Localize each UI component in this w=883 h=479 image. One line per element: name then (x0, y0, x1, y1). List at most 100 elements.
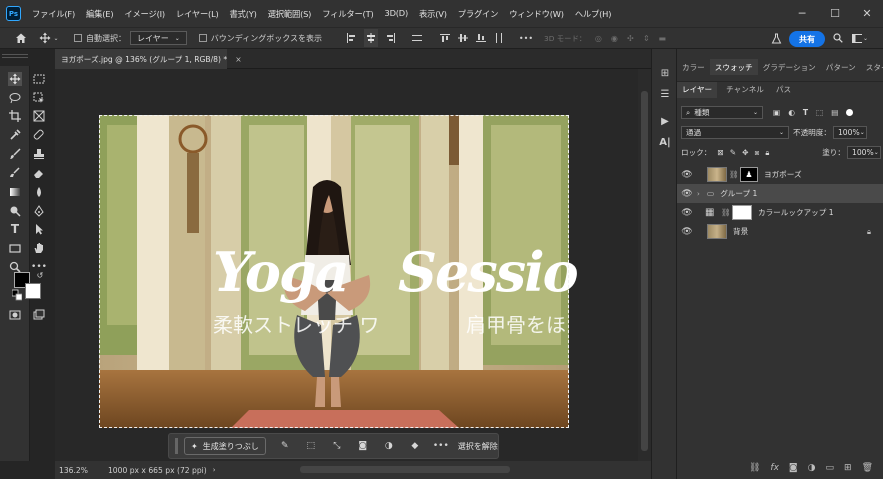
menu-file[interactable]: ファイル(F) (27, 8, 81, 20)
layer-name[interactable]: ヨガポーズ (764, 169, 802, 180)
align-bottom-icon[interactable] (474, 29, 488, 47)
visibility-eye-icon[interactable]: 👁︎ (677, 170, 697, 180)
tab-color[interactable]: カラー (677, 59, 710, 75)
blur-tool-icon[interactable] (32, 185, 46, 199)
menu-edit[interactable]: 編集(E) (81, 8, 119, 20)
modify-selection-icon[interactable]: ✎ (272, 441, 298, 451)
frame-tool-icon[interactable] (32, 109, 46, 123)
tab-paths[interactable]: パス (771, 82, 796, 98)
path-selection-tool-icon[interactable] (32, 222, 46, 236)
taskbar-more-icon[interactable]: ••• (428, 441, 454, 451)
opacity-field[interactable]: 100% ⌄ (832, 126, 867, 139)
tab-gradients[interactable]: グラデーション (758, 59, 821, 75)
distribute-vertical-icon[interactable] (492, 29, 506, 47)
visibility-eye-icon[interactable]: 👁︎ (677, 227, 697, 237)
layer-row[interactable]: 👁︎ › ▭ グループ 1 (677, 184, 883, 203)
workspace-icon[interactable]: ⌄ (852, 29, 868, 47)
link-icon[interactable]: ⛓︎ (729, 170, 739, 179)
menu-3d[interactable]: 3D(D) (379, 8, 414, 20)
move-tool-icon[interactable] (8, 72, 22, 86)
lock-all-icon[interactable]: 🔒︎ (765, 148, 769, 158)
lasso-tool-icon[interactable] (8, 91, 22, 105)
brush-tool-icon[interactable] (8, 147, 22, 161)
new-adjustment-icon[interactable]: ◑ (808, 463, 816, 473)
gradient-tool-icon[interactable] (8, 185, 22, 199)
default-colors-icon[interactable] (12, 289, 22, 301)
photoshop-logo[interactable]: Ps (6, 6, 21, 21)
align-left-icon[interactable] (344, 29, 358, 47)
add-mask-icon[interactable]: ◙ (789, 463, 798, 473)
show-bounding-box-checkbox[interactable]: バウンディングボックスを表示 (198, 29, 322, 47)
visibility-eye-icon[interactable]: 👁︎ (677, 208, 697, 218)
link-icon[interactable]: ⛓︎ (721, 208, 731, 217)
zoom-level[interactable]: 136.2% (59, 466, 88, 475)
eraser-tool-icon[interactable] (32, 166, 46, 180)
fill-field[interactable]: 100% ⌄ (847, 146, 881, 159)
filter-pixel-icon[interactable]: ▣ (773, 108, 780, 117)
layer-row[interactable]: 👁︎ ⛓︎ ♟︎ ヨガポーズ (677, 165, 883, 184)
home-icon[interactable] (8, 29, 34, 47)
blend-mode-dropdown[interactable]: 通過 ⌄ (681, 126, 789, 139)
document-tab[interactable]: ヨガポーズ.jpg @ 136% (グループ 1, RGB/8) * × (55, 49, 242, 69)
type-tool-icon[interactable]: T (8, 222, 22, 236)
auto-select-checkbox[interactable]: 自動選択： (74, 29, 126, 47)
delete-layer-icon[interactable]: 🗑︎ (862, 463, 873, 473)
close-tab-icon[interactable]: × (235, 55, 241, 64)
vertical-scroll-thumb[interactable] (641, 91, 648, 451)
object-selection-tool-icon[interactable] (32, 91, 46, 105)
horizontal-scroll-thumb[interactable] (300, 466, 510, 473)
close-button[interactable]: ✕ (852, 0, 882, 27)
tab-channels[interactable]: チャンネル (721, 82, 769, 98)
move-tool-icon[interactable]: ⌄ (34, 29, 64, 47)
align-right-icon[interactable] (384, 29, 398, 47)
search-icon[interactable] (832, 29, 844, 47)
menu-layer[interactable]: レイヤー(L) (171, 8, 225, 20)
screen-mode-icon[interactable] (32, 308, 46, 322)
layer-mask-thumbnail[interactable]: ♟︎ (740, 167, 758, 182)
lock-artboard-icon[interactable]: ⧈ (755, 148, 760, 158)
tab-swatches[interactable]: スウォッチ (709, 59, 758, 75)
crop-tool-icon[interactable] (8, 109, 22, 123)
character-icon[interactable]: A| (657, 134, 673, 150)
deselect-button[interactable]: 選択を解除 (458, 441, 498, 452)
adjustment-mask-thumbnail[interactable] (732, 205, 752, 220)
fill-icon[interactable]: ◆ (402, 441, 428, 451)
menu-window[interactable]: ウィンドウ(W) (504, 8, 570, 20)
layer-row[interactable]: 👁︎ ▦ ⛓︎ カラールックアップ 1 (677, 203, 883, 222)
taskbar-grip[interactable] (175, 438, 178, 454)
layer-name[interactable]: 背景 (733, 226, 748, 237)
chevron-right-icon[interactable]: › (697, 190, 705, 198)
healing-brush-tool-icon[interactable] (32, 128, 46, 142)
maximize-button[interactable]: ☐ (820, 0, 850, 27)
marquee-tool-icon[interactable] (32, 72, 46, 86)
auto-select-target-dropdown[interactable]: レイヤー ⌄ (130, 31, 187, 45)
layer-row[interactable]: 👁︎ 背景 🔒︎ (677, 222, 883, 241)
adjustment-layer-icon[interactable]: ◑ (376, 441, 402, 451)
tab-styles[interactable]: スタイル (861, 59, 883, 75)
new-layer-icon[interactable]: ⊞ (844, 463, 852, 473)
new-group-icon[interactable]: ▭ (826, 463, 835, 473)
filter-shape-icon[interactable]: ⬚ (816, 108, 823, 117)
lock-transparent-icon[interactable]: ⊠ (717, 148, 723, 157)
distribute-icon[interactable] (410, 29, 424, 47)
horizontal-scrollbar[interactable] (205, 466, 650, 474)
menu-view[interactable]: 表示(V) (414, 8, 453, 20)
eyedropper-tool-icon[interactable] (8, 128, 22, 142)
generative-fill-button[interactable]: ✦ 生成塗りつぶし (184, 437, 266, 455)
tab-patterns[interactable]: パターン (821, 59, 861, 75)
toolbar-grip[interactable] (2, 54, 28, 58)
menu-image[interactable]: イメージ(I) (119, 8, 171, 20)
history-icon[interactable]: ⊞ (657, 65, 673, 81)
tab-layers[interactable]: レイヤー (677, 81, 718, 98)
menu-plugins[interactable]: プラグイン (453, 8, 505, 20)
lock-image-icon[interactable]: ✎ (730, 148, 736, 157)
clone-stamp-tool-icon[interactable] (32, 147, 46, 161)
background-color-swatch[interactable] (25, 283, 41, 299)
layer-style-icon[interactable]: fx (770, 463, 779, 473)
filter-type-icon[interactable]: T (803, 108, 808, 117)
more-options-button[interactable]: ••• (518, 29, 534, 47)
hand-tool-icon[interactable] (32, 241, 46, 255)
align-middle-icon[interactable] (456, 29, 470, 47)
align-center-icon[interactable] (364, 29, 378, 47)
filter-adjustment-icon[interactable]: ◐ (788, 108, 795, 117)
